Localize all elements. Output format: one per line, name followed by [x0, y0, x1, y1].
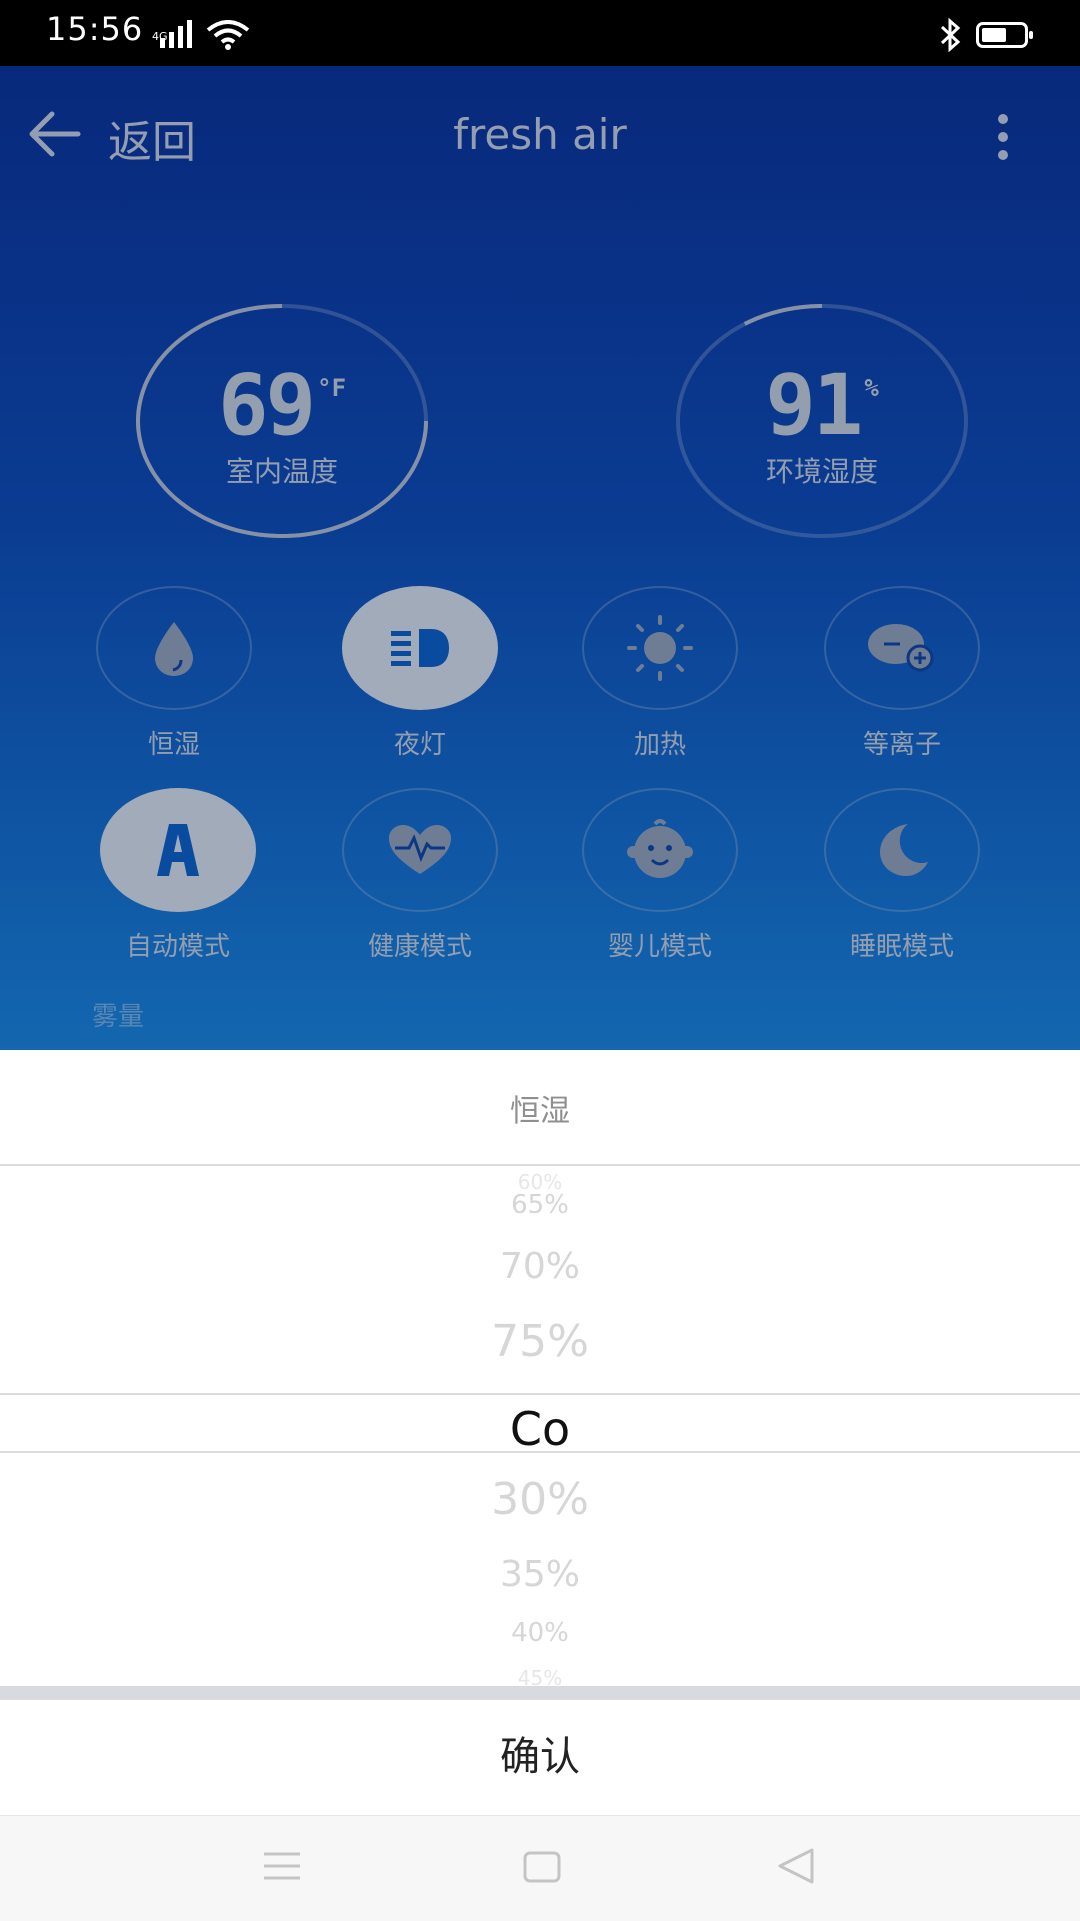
picker-title: 恒湿 [510, 1094, 570, 1129]
picker-option[interactable]: 35% [0, 1554, 1080, 1595]
status-bar: 15:56 4G [0, 0, 1080, 66]
humidity-picker-sheet: 恒湿 60% 65% 70% 75% Co 30% 35% 40% 45% 确认 [0, 1050, 1080, 1815]
bluetooth-icon [940, 18, 961, 52]
back-triangle-icon[interactable] [776, 1846, 816, 1886]
menu-icon[interactable] [262, 1846, 302, 1886]
home-icon[interactable] [522, 1846, 562, 1886]
picker-option[interactable]: 40% [0, 1618, 1080, 1648]
picker-option[interactable]: 30% [0, 1474, 1080, 1525]
value-wheel[interactable]: 60% 65% 70% 75% Co 30% 35% 40% 45% [0, 1166, 1080, 1686]
picker-option[interactable]: 75% [0, 1316, 1080, 1367]
picker-selected-option[interactable]: Co [0, 1402, 1080, 1456]
picker-option[interactable]: 70% [0, 1246, 1080, 1287]
selection-top-line [0, 1393, 1080, 1395]
picker-option[interactable]: 65% [0, 1190, 1080, 1220]
battery-icon [976, 22, 1033, 48]
app-main: 返回 fresh air 69 °F 室内温度 91% 环境湿度 恒湿 夜灯 加… [0, 66, 1080, 1050]
picker-option[interactable]: 45% [0, 1666, 1080, 1686]
confirm-button[interactable]: 确认 [0, 1700, 1080, 1815]
signal-icon [160, 20, 192, 48]
status-time: 15:56 [46, 10, 144, 48]
navigation-bar [0, 1815, 1080, 1921]
selection-bottom-line [0, 1451, 1080, 1453]
wifi-icon [206, 20, 250, 50]
sheet-separator [0, 1686, 1080, 1700]
